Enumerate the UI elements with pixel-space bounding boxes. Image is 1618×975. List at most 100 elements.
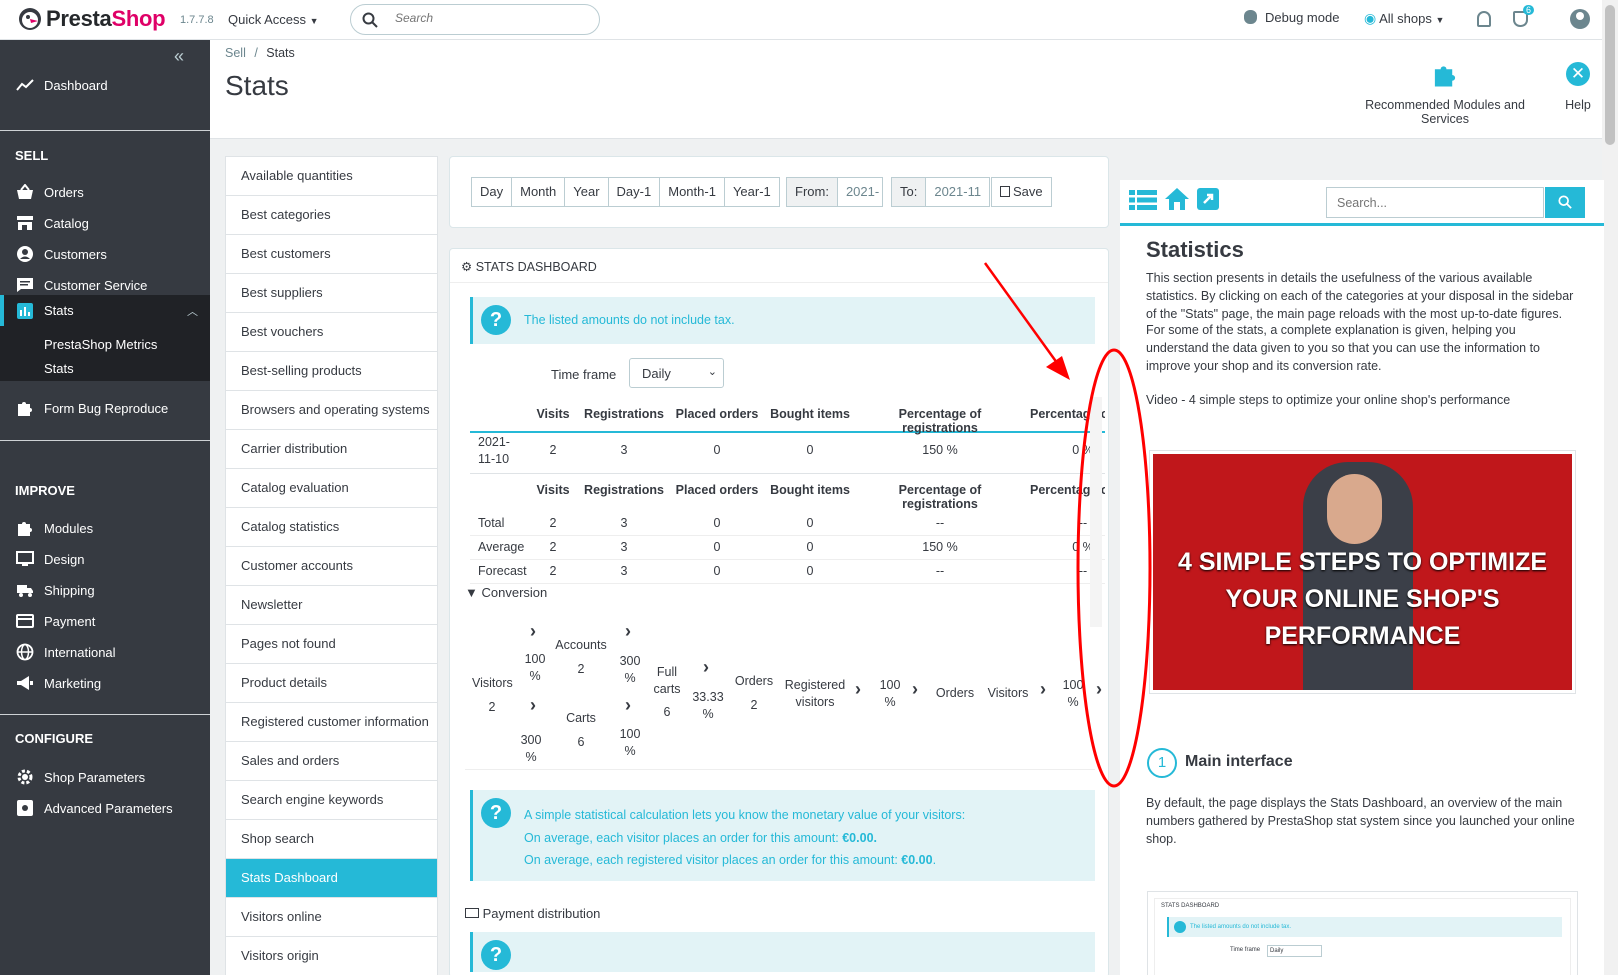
- help-video-thumbnail[interactable]: 4 SIMPLE STEPS TO OPTIMIZE YOUR ONLINE S…: [1149, 450, 1576, 694]
- visitor-value-alert: ? A simple statistical calculation lets …: [470, 790, 1095, 881]
- sidebar-item-catalog[interactable]: Catalog: [0, 208, 210, 238]
- category-item[interactable]: Visitors origin: [226, 937, 437, 975]
- category-item[interactable]: Sales and orders: [226, 742, 437, 781]
- sidebar-item-shop-parameters[interactable]: Shop Parameters: [0, 762, 210, 792]
- search-input[interactable]: [395, 11, 585, 25]
- sidebar-item-modules[interactable]: Modules: [0, 513, 210, 543]
- to-date-input[interactable]: 2021-11: [925, 177, 991, 207]
- help-panel: Statistics This section presents in deta…: [1120, 180, 1604, 975]
- to-label: To:: [891, 177, 927, 207]
- gear-icon: [15, 768, 34, 787]
- basket-icon: [15, 183, 34, 202]
- notification-badge: 6: [1523, 5, 1535, 15]
- category-item[interactable]: Shop search: [226, 820, 437, 859]
- sidebar-item-international[interactable]: International: [0, 637, 210, 667]
- sidebar-item-shipping[interactable]: Shipping: [0, 575, 210, 605]
- debug-mode[interactable]: Debug mode: [1244, 10, 1339, 25]
- orders-notification[interactable]: 6: [1513, 5, 1535, 30]
- category-item[interactable]: Available quantities: [226, 157, 437, 196]
- external-link-icon[interactable]: [1197, 188, 1219, 210]
- category-item[interactable]: Registered customer information: [226, 703, 437, 742]
- notifications-bell-icon[interactable]: [1477, 11, 1491, 27]
- category-item[interactable]: Pages not found: [226, 625, 437, 664]
- category-item[interactable]: Search engine keywords: [226, 781, 437, 820]
- bar-chart-icon: [15, 301, 34, 320]
- category-item[interactable]: Browsers and operating systems: [226, 391, 437, 430]
- sidebar-item-orders[interactable]: Orders: [0, 177, 210, 207]
- user-avatar-icon[interactable]: [1570, 9, 1590, 29]
- chevron-right-icon: ›: [625, 621, 631, 641]
- chevron-right-icon: ›: [1040, 679, 1046, 699]
- help-search-input[interactable]: [1326, 187, 1544, 218]
- help-search-button[interactable]: [1545, 187, 1585, 218]
- day-button[interactable]: Day: [471, 177, 513, 207]
- table-scrollbar[interactable]: [1090, 397, 1102, 627]
- breadcrumb: Sell / Stats: [225, 46, 295, 60]
- sidebar: « Dashboard SELL Orders Catalog Customer…: [0, 40, 210, 975]
- timeframe-select[interactable]: Daily ⌄: [629, 358, 724, 388]
- day-minus-1-button[interactable]: Day-1: [607, 177, 661, 207]
- year-minus-1-button[interactable]: Year-1: [723, 177, 780, 207]
- conversion-value: 100: [879, 678, 901, 692]
- payment-distribution-title: Payment distribution: [465, 906, 600, 921]
- category-item[interactable]: Best categories: [226, 196, 437, 235]
- money-icon: [465, 908, 479, 918]
- search-icon: [362, 12, 378, 28]
- month-button[interactable]: Month: [511, 177, 566, 207]
- category-item[interactable]: Stats Dashboard: [226, 859, 437, 898]
- sidebar-item-design[interactable]: Design: [0, 544, 210, 574]
- chevron-right-icon: ›: [912, 679, 918, 699]
- home-icon[interactable]: [1164, 187, 1190, 211]
- year-button[interactable]: Year: [564, 177, 609, 207]
- submenu-stats[interactable]: Stats: [0, 357, 210, 379]
- category-item[interactable]: Carrier distribution: [226, 430, 437, 469]
- category-item[interactable]: Visitors online: [226, 898, 437, 937]
- conversion-value: 300: [520, 733, 542, 747]
- save-button[interactable]: Save: [991, 177, 1052, 207]
- step-number-badge: 1: [1147, 748, 1177, 778]
- sidebar-item-payment[interactable]: Payment: [0, 606, 210, 636]
- sidebar-item-form-bug[interactable]: Form Bug Reproduce: [0, 393, 210, 423]
- category-item[interactable]: Best customers: [226, 235, 437, 274]
- summary-cell: 3: [620, 516, 628, 530]
- submenu-prestashop-metrics[interactable]: PrestaShop Metrics: [0, 333, 210, 355]
- puzzle-icon: [1434, 66, 1456, 87]
- category-item[interactable]: Newsletter: [226, 586, 437, 625]
- category-item[interactable]: Best-selling products: [226, 352, 437, 391]
- category-item[interactable]: Catalog evaluation: [226, 469, 437, 508]
- category-item[interactable]: Product details: [226, 664, 437, 703]
- recommended-modules-button[interactable]: Recommended Modules and Services: [1342, 62, 1548, 126]
- help-circle-icon: ?: [481, 305, 511, 335]
- category-item[interactable]: Customer accounts: [226, 547, 437, 586]
- collapse-sidebar-icon[interactable]: «: [174, 46, 184, 67]
- month-minus-1-button[interactable]: Month-1: [659, 177, 725, 207]
- from-date-input[interactable]: 2021-: [836, 177, 883, 207]
- conversion-value: 2: [488, 700, 496, 714]
- category-item[interactable]: Best vouchers: [226, 313, 437, 352]
- quick-access-dropdown[interactable]: Quick Access ▼: [228, 12, 319, 27]
- breadcrumb-sell[interactable]: Sell: [225, 46, 246, 60]
- sidebar-item-advanced-parameters[interactable]: Advanced Parameters: [0, 793, 210, 823]
- header-search[interactable]: [350, 4, 600, 35]
- summary-cell: 0: [806, 540, 814, 554]
- all-shops-dropdown[interactable]: ◉ All shops ▼: [1364, 10, 1444, 27]
- conversion-title: ▼ Conversion: [465, 585, 548, 600]
- stats-dashboard-panel: ⚙ STATS DASHBOARD ? The listed amounts d…: [449, 248, 1109, 975]
- help-button[interactable]: ✕ Help: [1558, 62, 1598, 112]
- help-title: Statistics: [1146, 237, 1244, 262]
- list-icon[interactable]: [1129, 189, 1157, 211]
- sidebar-item-stats[interactable]: Stats ︿: [0, 295, 210, 326]
- conversion-value: visitors: [795, 695, 835, 709]
- category-item[interactable]: Best suppliers: [226, 274, 437, 313]
- sidebar-item-customers[interactable]: Customers: [0, 239, 210, 269]
- category-item[interactable]: Catalog statistics: [226, 508, 437, 547]
- summary-cell: 2: [549, 564, 557, 578]
- page-scrollbar[interactable]: [1602, 0, 1618, 975]
- conversion-value: carts: [653, 682, 681, 696]
- improve-section-title: IMPROVE: [15, 483, 75, 498]
- chevron-right-icon: ›: [625, 695, 631, 715]
- prestashop-logo[interactable]: PrestaShop: [18, 6, 166, 32]
- sidebar-item-dashboard[interactable]: Dashboard: [0, 70, 210, 100]
- summary-cell: --: [935, 516, 945, 530]
- sidebar-item-marketing[interactable]: Marketing: [0, 668, 210, 698]
